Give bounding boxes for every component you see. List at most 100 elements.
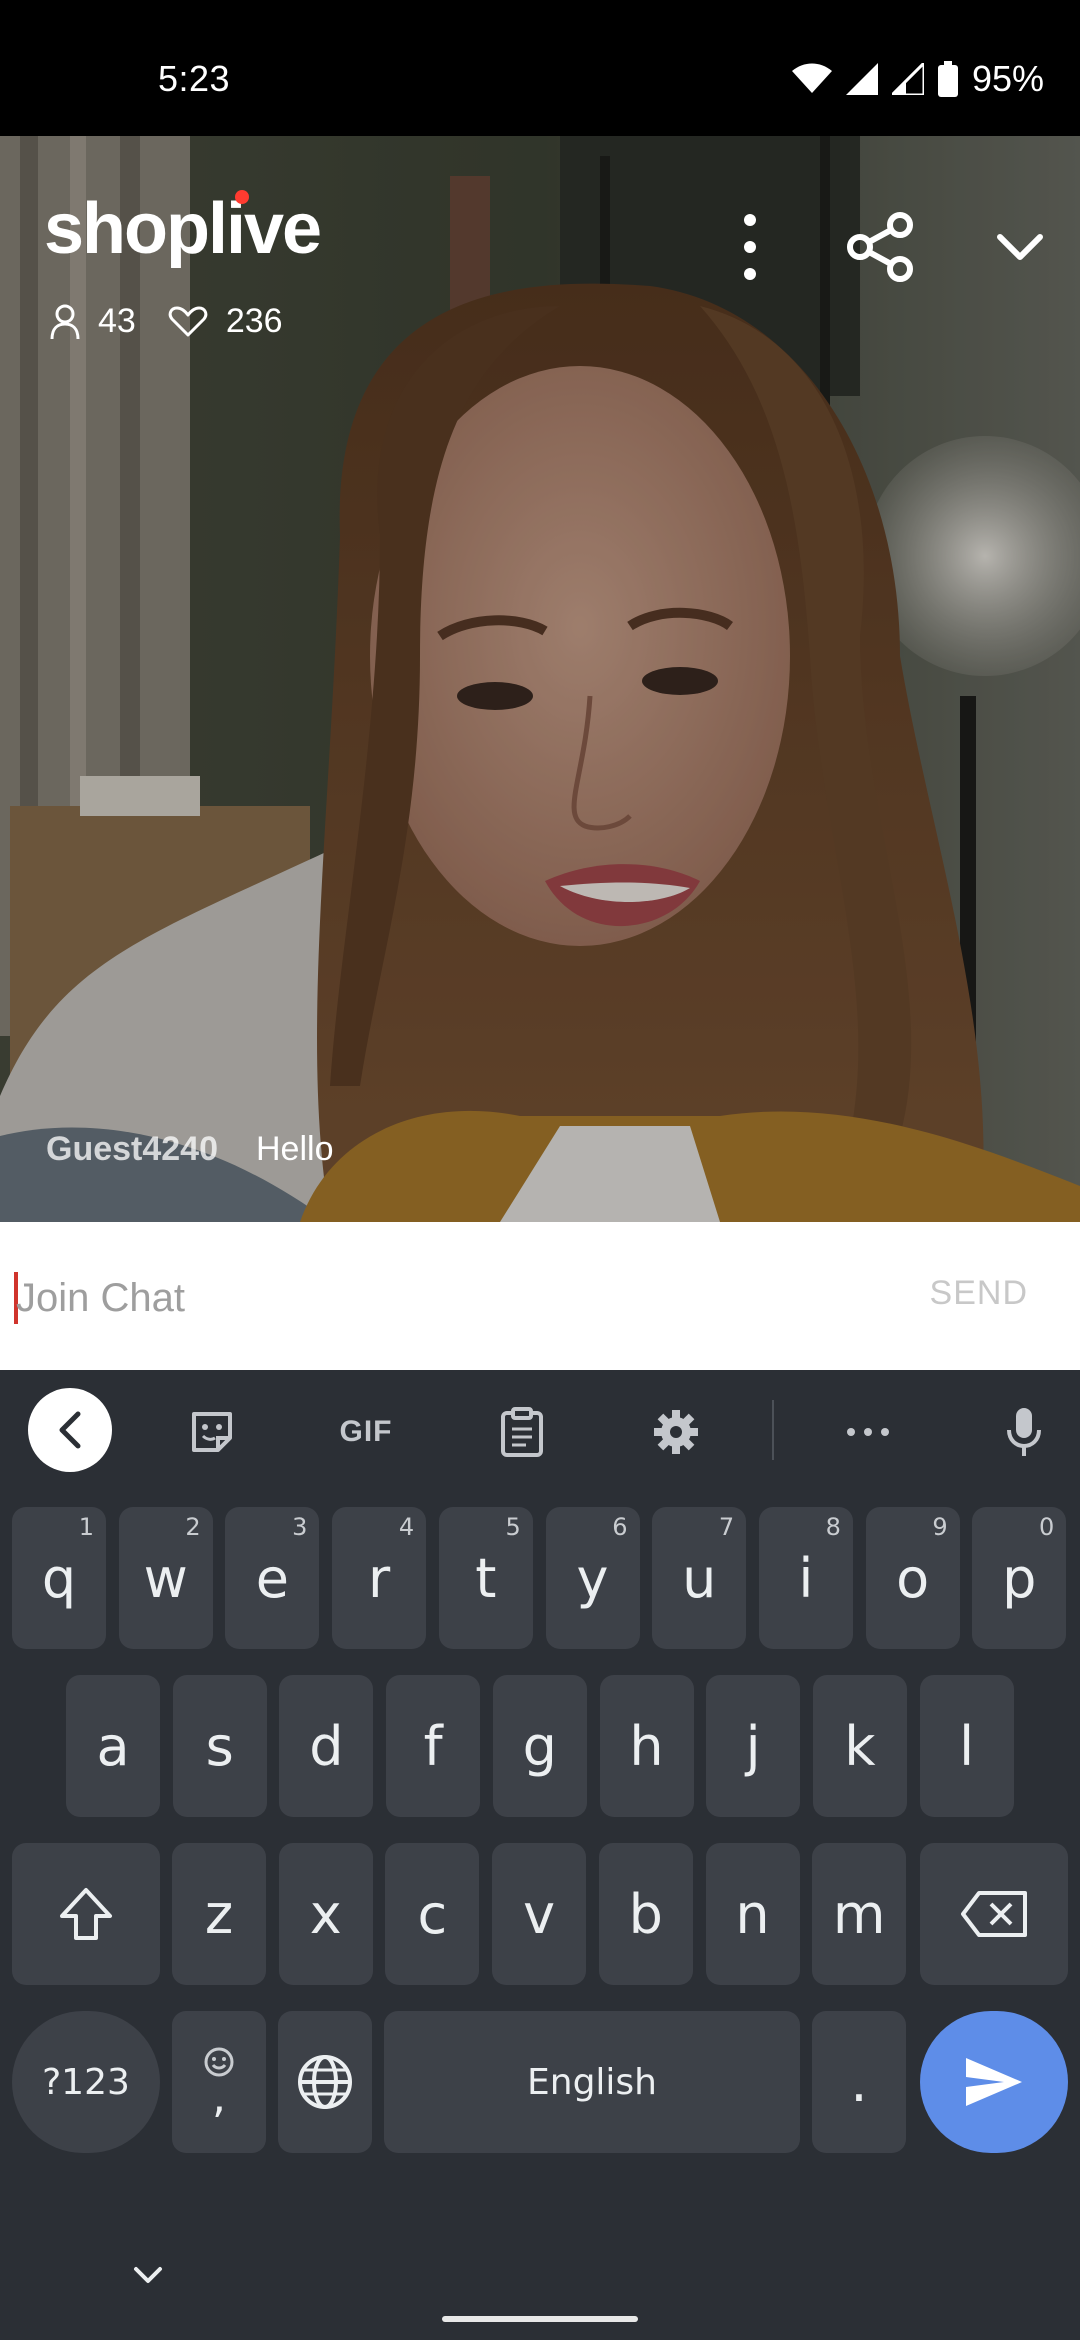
key-r[interactable]: r4 [332, 1507, 427, 1649]
chat-username: Guest4240 [46, 1130, 218, 1168]
battery-percent: 95% [971, 58, 1044, 99]
comma-key[interactable]: , [172, 2011, 266, 2153]
send-button[interactable]: SEND [930, 1274, 1028, 1313]
more-options-button[interactable] [700, 192, 800, 302]
more-horizontal-icon [847, 1428, 889, 1436]
key-number-hint: 2 [185, 1513, 201, 1541]
sticker-button[interactable] [170, 1390, 254, 1474]
backspace-key[interactable] [920, 1843, 1068, 1985]
gear-icon [654, 1410, 698, 1454]
share-button[interactable] [800, 192, 960, 302]
microphone-icon [1007, 1408, 1041, 1456]
key-label: z [204, 1882, 234, 1946]
key-c[interactable]: c [385, 1843, 480, 1985]
key-label: h [629, 1714, 664, 1778]
key-label: s [205, 1714, 234, 1778]
viewer-count: 43 [50, 302, 136, 341]
gif-button[interactable]: GIF [324, 1390, 408, 1474]
language-key[interactable] [278, 2011, 372, 2153]
more-vertical-icon [744, 214, 756, 280]
key-d[interactable]: d [279, 1675, 374, 1817]
shift-icon [60, 1888, 112, 1940]
symbols-key-label: ?123 [42, 2061, 130, 2103]
home-indicator[interactable] [442, 2316, 638, 2322]
logo-text: shoplive [44, 189, 322, 269]
key-t[interactable]: t5 [438, 1507, 533, 1649]
key-number-hint: 3 [292, 1513, 308, 1541]
key-m[interactable]: m [812, 1843, 907, 1985]
key-label: t [475, 1546, 497, 1610]
more-tools-button[interactable] [826, 1390, 910, 1474]
minimize-button[interactable] [960, 192, 1080, 302]
live-stats: 43 236 [50, 302, 315, 341]
key-number-hint: 9 [932, 1513, 948, 1541]
key-n[interactable]: n [705, 1843, 800, 1985]
wifi-icon [791, 63, 832, 95]
key-y[interactable]: y6 [545, 1507, 640, 1649]
key-k[interactable]: k [812, 1675, 907, 1817]
cellular-signal-2-icon [891, 63, 924, 95]
space-key[interactable]: English [384, 2011, 800, 2153]
key-e[interactable]: e3 [225, 1507, 320, 1649]
chat-text: Hello [256, 1130, 334, 1168]
key-label: u [682, 1546, 717, 1610]
clipboard-button[interactable] [480, 1390, 564, 1474]
key-label: i [798, 1546, 814, 1610]
logo-accent-dot [235, 190, 249, 204]
keyboard-settings-button[interactable] [634, 1390, 718, 1474]
key-v[interactable]: v [492, 1843, 587, 1985]
key-label: p [1002, 1546, 1037, 1610]
key-number-hint: 1 [78, 1513, 94, 1541]
hide-keyboard-button[interactable] [118, 2250, 178, 2300]
key-p[interactable]: p0 [972, 1507, 1067, 1649]
cellular-signal-icon [845, 63, 878, 95]
key-number-hint: 4 [398, 1513, 415, 1541]
key-label: o [896, 1546, 930, 1610]
like-count-value: 236 [225, 302, 283, 340]
key-label: y [576, 1546, 609, 1610]
key-q[interactable]: q1 [12, 1507, 106, 1649]
symbols-key[interactable]: ?123 [12, 2011, 160, 2153]
sticker-icon [192, 1412, 232, 1452]
key-label: m [832, 1882, 886, 1946]
key-x[interactable]: x [278, 1843, 373, 1985]
key-label: e [255, 1546, 289, 1610]
key-label: w [143, 1546, 188, 1610]
key-j[interactable]: j [706, 1675, 801, 1817]
status-time: 5:23 [158, 58, 231, 99]
key-o[interactable]: o9 [865, 1507, 960, 1649]
chat-input-bar: SEND [0, 1222, 1080, 1370]
person-icon [50, 304, 80, 339]
key-l[interactable]: l [919, 1675, 1014, 1817]
key-f[interactable]: f [386, 1675, 481, 1817]
chat-input[interactable] [16, 1262, 896, 1334]
key-u[interactable]: u7 [652, 1507, 747, 1649]
key-i[interactable]: i8 [758, 1507, 853, 1649]
send-enter-key[interactable] [920, 2011, 1068, 2153]
key-label: j [745, 1714, 761, 1778]
key-h[interactable]: h [599, 1675, 694, 1817]
voice-input-button[interactable] [982, 1390, 1066, 1474]
toolbar-divider [772, 1400, 774, 1460]
period-key-label: . [850, 2050, 868, 2114]
key-number-hint: 8 [825, 1513, 841, 1541]
shoplive-logo: shoplive [44, 188, 322, 270]
chevron-down-icon [997, 234, 1043, 260]
key-number-hint: 0 [1039, 1513, 1055, 1541]
chevron-down-icon [134, 2267, 162, 2283]
key-a[interactable]: a [66, 1675, 160, 1817]
key-g[interactable]: g [492, 1675, 587, 1817]
period-key[interactable]: . [812, 2011, 906, 2153]
battery-icon [937, 61, 958, 97]
live-video[interactable]: shoplive 43 236 Guest4240 Hello [0, 136, 1080, 1222]
key-z[interactable]: z [172, 1843, 266, 1985]
video-top-actions [700, 192, 1080, 302]
key-b[interactable]: b [598, 1843, 693, 1985]
key-w[interactable]: w2 [118, 1507, 213, 1649]
keyboard-back-button[interactable] [28, 1388, 112, 1472]
key-s[interactable]: s [172, 1675, 267, 1817]
key-label: f [423, 1714, 443, 1778]
key-label: l [959, 1714, 975, 1778]
shift-key[interactable] [12, 1843, 160, 1985]
key-label: c [417, 1882, 448, 1946]
